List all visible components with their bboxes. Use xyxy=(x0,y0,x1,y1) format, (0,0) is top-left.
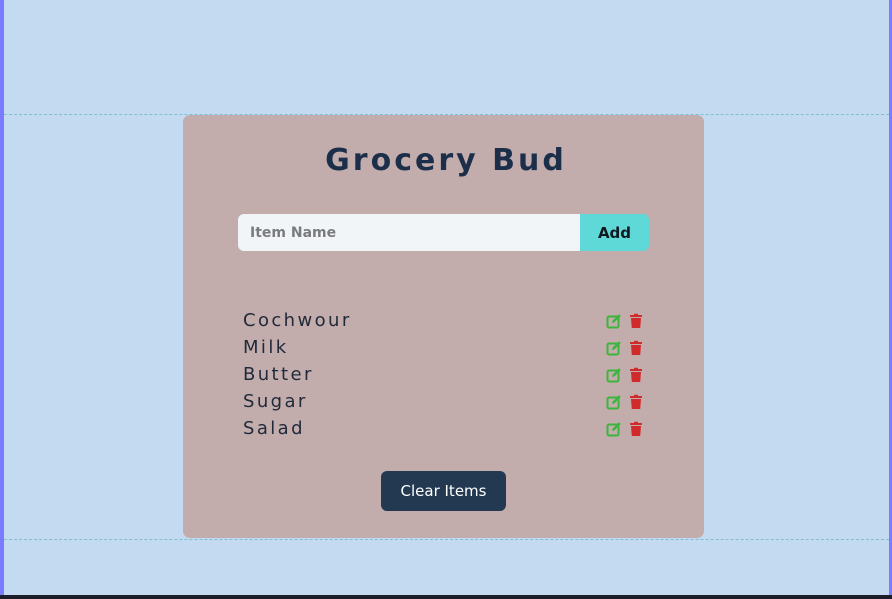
list-item: Milk xyxy=(243,334,644,361)
list-item-label: Cochwour xyxy=(243,310,352,331)
window-frame-bottom xyxy=(0,595,892,599)
edit-icon[interactable] xyxy=(606,394,622,410)
trash-icon[interactable] xyxy=(628,367,644,383)
trash-icon[interactable] xyxy=(628,313,644,329)
trash-icon[interactable] xyxy=(628,394,644,410)
edit-icon[interactable] xyxy=(606,367,622,383)
list-item-label: Sugar xyxy=(243,391,308,412)
list-item-label: Butter xyxy=(243,364,314,385)
list-item-actions xyxy=(606,394,644,410)
list-item: Sugar xyxy=(243,388,644,415)
item-name-input[interactable] xyxy=(238,214,580,251)
list-item-actions xyxy=(606,340,644,356)
guide-line-bottom xyxy=(4,539,889,540)
edit-icon[interactable] xyxy=(606,313,622,329)
grocery-list: Cochwour Milk Butter Sugar Salad xyxy=(243,307,644,442)
edit-icon[interactable] xyxy=(606,340,622,356)
trash-icon[interactable] xyxy=(628,340,644,356)
list-item-label: Milk xyxy=(243,337,289,358)
trash-icon[interactable] xyxy=(628,421,644,437)
list-item: Cochwour xyxy=(243,307,644,334)
clear-items-button[interactable]: Clear Items xyxy=(381,471,506,511)
add-item-form: Add xyxy=(238,214,649,251)
edit-icon[interactable] xyxy=(606,421,622,437)
list-item: Butter xyxy=(243,361,644,388)
list-item-actions xyxy=(606,313,644,329)
window-frame-left xyxy=(0,0,4,599)
page-title: Grocery Bud xyxy=(325,143,567,178)
list-item: Salad xyxy=(243,415,644,442)
add-button[interactable]: Add xyxy=(580,214,649,251)
list-item-actions xyxy=(606,367,644,383)
list-item-actions xyxy=(606,421,644,437)
list-item-label: Salad xyxy=(243,418,305,439)
